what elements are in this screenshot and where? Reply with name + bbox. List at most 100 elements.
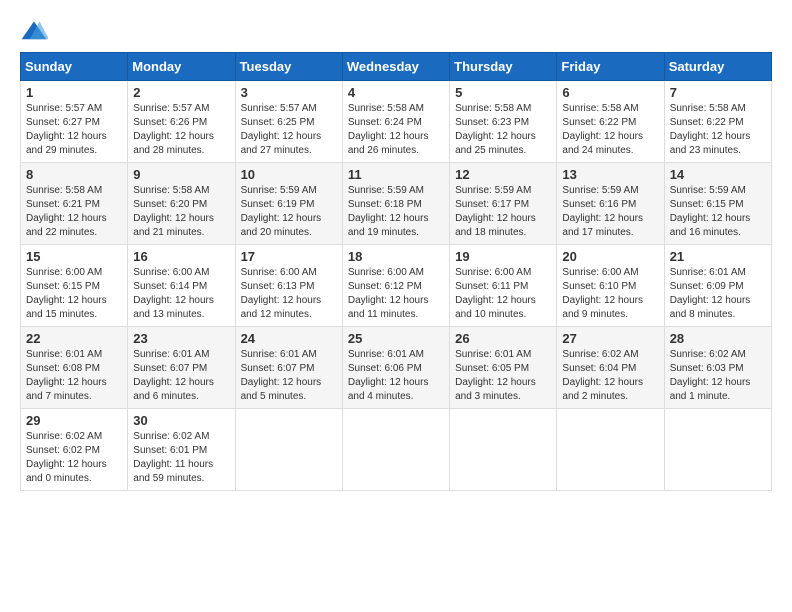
day-number: 9: [133, 167, 229, 182]
day-info: Sunrise: 5:58 AM Sunset: 6:22 PM Dayligh…: [670, 102, 766, 158]
day-cell: 15 Sunrise: 6:00 AM Sunset: 6:15 PM Dayl…: [21, 245, 128, 327]
day-info: Sunrise: 6:02 AM Sunset: 6:01 PM Dayligh…: [133, 430, 229, 486]
day-cell: [664, 409, 771, 491]
day-info: Sunrise: 6:02 AM Sunset: 6:03 PM Dayligh…: [670, 348, 766, 404]
day-cell: 6 Sunrise: 5:58 AM Sunset: 6:22 PM Dayli…: [557, 81, 664, 163]
day-number: 6: [562, 85, 658, 100]
day-number: 2: [133, 85, 229, 100]
calendar-table: SundayMondayTuesdayWednesdayThursdayFrid…: [20, 52, 772, 491]
day-info: Sunrise: 6:00 AM Sunset: 6:14 PM Dayligh…: [133, 266, 229, 322]
day-cell: 26 Sunrise: 6:01 AM Sunset: 6:05 PM Dayl…: [450, 327, 557, 409]
day-info: Sunrise: 6:00 AM Sunset: 6:12 PM Dayligh…: [348, 266, 444, 322]
day-number: 1: [26, 85, 122, 100]
day-cell: 2 Sunrise: 5:57 AM Sunset: 6:26 PM Dayli…: [128, 81, 235, 163]
day-number: 16: [133, 249, 229, 264]
day-info: Sunrise: 5:59 AM Sunset: 6:19 PM Dayligh…: [241, 184, 337, 240]
day-cell: 24 Sunrise: 6:01 AM Sunset: 6:07 PM Dayl…: [235, 327, 342, 409]
day-info: Sunrise: 5:59 AM Sunset: 6:15 PM Dayligh…: [670, 184, 766, 240]
day-info: Sunrise: 6:01 AM Sunset: 6:07 PM Dayligh…: [241, 348, 337, 404]
day-cell: 8 Sunrise: 5:58 AM Sunset: 6:21 PM Dayli…: [21, 163, 128, 245]
day-info: Sunrise: 6:00 AM Sunset: 6:11 PM Dayligh…: [455, 266, 551, 322]
day-number: 28: [670, 331, 766, 346]
weekday-header-saturday: Saturday: [664, 53, 771, 81]
day-number: 5: [455, 85, 551, 100]
day-info: Sunrise: 5:59 AM Sunset: 6:16 PM Dayligh…: [562, 184, 658, 240]
day-number: 19: [455, 249, 551, 264]
day-number: 10: [241, 167, 337, 182]
day-info: Sunrise: 5:57 AM Sunset: 6:26 PM Dayligh…: [133, 102, 229, 158]
week-row-1: 1 Sunrise: 5:57 AM Sunset: 6:27 PM Dayli…: [21, 81, 772, 163]
day-cell: 19 Sunrise: 6:00 AM Sunset: 6:11 PM Dayl…: [450, 245, 557, 327]
week-row-5: 29 Sunrise: 6:02 AM Sunset: 6:02 PM Dayl…: [21, 409, 772, 491]
day-info: Sunrise: 5:57 AM Sunset: 6:25 PM Dayligh…: [241, 102, 337, 158]
day-cell: 28 Sunrise: 6:02 AM Sunset: 6:03 PM Dayl…: [664, 327, 771, 409]
day-cell: 27 Sunrise: 6:02 AM Sunset: 6:04 PM Dayl…: [557, 327, 664, 409]
day-info: Sunrise: 6:01 AM Sunset: 6:05 PM Dayligh…: [455, 348, 551, 404]
day-cell: 4 Sunrise: 5:58 AM Sunset: 6:24 PM Dayli…: [342, 81, 449, 163]
logo: [20, 20, 52, 42]
day-cell: 13 Sunrise: 5:59 AM Sunset: 6:16 PM Dayl…: [557, 163, 664, 245]
week-row-4: 22 Sunrise: 6:01 AM Sunset: 6:08 PM Dayl…: [21, 327, 772, 409]
day-cell: 9 Sunrise: 5:58 AM Sunset: 6:20 PM Dayli…: [128, 163, 235, 245]
day-number: 8: [26, 167, 122, 182]
day-cell: 3 Sunrise: 5:57 AM Sunset: 6:25 PM Dayli…: [235, 81, 342, 163]
day-number: 15: [26, 249, 122, 264]
day-number: 23: [133, 331, 229, 346]
day-number: 27: [562, 331, 658, 346]
day-number: 25: [348, 331, 444, 346]
day-cell: 10 Sunrise: 5:59 AM Sunset: 6:19 PM Dayl…: [235, 163, 342, 245]
day-number: 18: [348, 249, 444, 264]
day-cell: 18 Sunrise: 6:00 AM Sunset: 6:12 PM Dayl…: [342, 245, 449, 327]
weekday-header-tuesday: Tuesday: [235, 53, 342, 81]
day-info: Sunrise: 6:00 AM Sunset: 6:13 PM Dayligh…: [241, 266, 337, 322]
day-number: 3: [241, 85, 337, 100]
weekday-header-row: SundayMondayTuesdayWednesdayThursdayFrid…: [21, 53, 772, 81]
day-info: Sunrise: 6:01 AM Sunset: 6:09 PM Dayligh…: [670, 266, 766, 322]
day-cell: 21 Sunrise: 6:01 AM Sunset: 6:09 PM Dayl…: [664, 245, 771, 327]
week-row-2: 8 Sunrise: 5:58 AM Sunset: 6:21 PM Dayli…: [21, 163, 772, 245]
day-number: 21: [670, 249, 766, 264]
day-cell: 7 Sunrise: 5:58 AM Sunset: 6:22 PM Dayli…: [664, 81, 771, 163]
day-info: Sunrise: 5:59 AM Sunset: 6:17 PM Dayligh…: [455, 184, 551, 240]
logo-icon: [20, 20, 48, 42]
day-cell: 25 Sunrise: 6:01 AM Sunset: 6:06 PM Dayl…: [342, 327, 449, 409]
day-info: Sunrise: 5:58 AM Sunset: 6:23 PM Dayligh…: [455, 102, 551, 158]
weekday-header-wednesday: Wednesday: [342, 53, 449, 81]
day-info: Sunrise: 5:57 AM Sunset: 6:27 PM Dayligh…: [26, 102, 122, 158]
day-cell: [342, 409, 449, 491]
day-number: 22: [26, 331, 122, 346]
day-number: 12: [455, 167, 551, 182]
day-cell: [450, 409, 557, 491]
weekday-header-thursday: Thursday: [450, 53, 557, 81]
week-row-3: 15 Sunrise: 6:00 AM Sunset: 6:15 PM Dayl…: [21, 245, 772, 327]
day-info: Sunrise: 6:02 AM Sunset: 6:02 PM Dayligh…: [26, 430, 122, 486]
day-cell: 16 Sunrise: 6:00 AM Sunset: 6:14 PM Dayl…: [128, 245, 235, 327]
day-info: Sunrise: 5:59 AM Sunset: 6:18 PM Dayligh…: [348, 184, 444, 240]
day-info: Sunrise: 6:01 AM Sunset: 6:06 PM Dayligh…: [348, 348, 444, 404]
day-cell: 17 Sunrise: 6:00 AM Sunset: 6:13 PM Dayl…: [235, 245, 342, 327]
day-info: Sunrise: 5:58 AM Sunset: 6:22 PM Dayligh…: [562, 102, 658, 158]
day-number: 24: [241, 331, 337, 346]
day-info: Sunrise: 6:01 AM Sunset: 6:07 PM Dayligh…: [133, 348, 229, 404]
day-info: Sunrise: 6:02 AM Sunset: 6:04 PM Dayligh…: [562, 348, 658, 404]
page-header: [20, 20, 772, 42]
day-cell: 29 Sunrise: 6:02 AM Sunset: 6:02 PM Dayl…: [21, 409, 128, 491]
day-number: 20: [562, 249, 658, 264]
day-cell: 11 Sunrise: 5:59 AM Sunset: 6:18 PM Dayl…: [342, 163, 449, 245]
weekday-header-sunday: Sunday: [21, 53, 128, 81]
day-cell: 5 Sunrise: 5:58 AM Sunset: 6:23 PM Dayli…: [450, 81, 557, 163]
day-number: 29: [26, 413, 122, 428]
day-number: 30: [133, 413, 229, 428]
day-info: Sunrise: 5:58 AM Sunset: 6:24 PM Dayligh…: [348, 102, 444, 158]
weekday-header-monday: Monday: [128, 53, 235, 81]
day-info: Sunrise: 5:58 AM Sunset: 6:20 PM Dayligh…: [133, 184, 229, 240]
day-cell: 14 Sunrise: 5:59 AM Sunset: 6:15 PM Dayl…: [664, 163, 771, 245]
day-cell: 20 Sunrise: 6:00 AM Sunset: 6:10 PM Dayl…: [557, 245, 664, 327]
day-number: 7: [670, 85, 766, 100]
day-cell: [235, 409, 342, 491]
day-cell: [557, 409, 664, 491]
day-number: 13: [562, 167, 658, 182]
day-number: 17: [241, 249, 337, 264]
day-cell: 22 Sunrise: 6:01 AM Sunset: 6:08 PM Dayl…: [21, 327, 128, 409]
day-cell: 12 Sunrise: 5:59 AM Sunset: 6:17 PM Dayl…: [450, 163, 557, 245]
